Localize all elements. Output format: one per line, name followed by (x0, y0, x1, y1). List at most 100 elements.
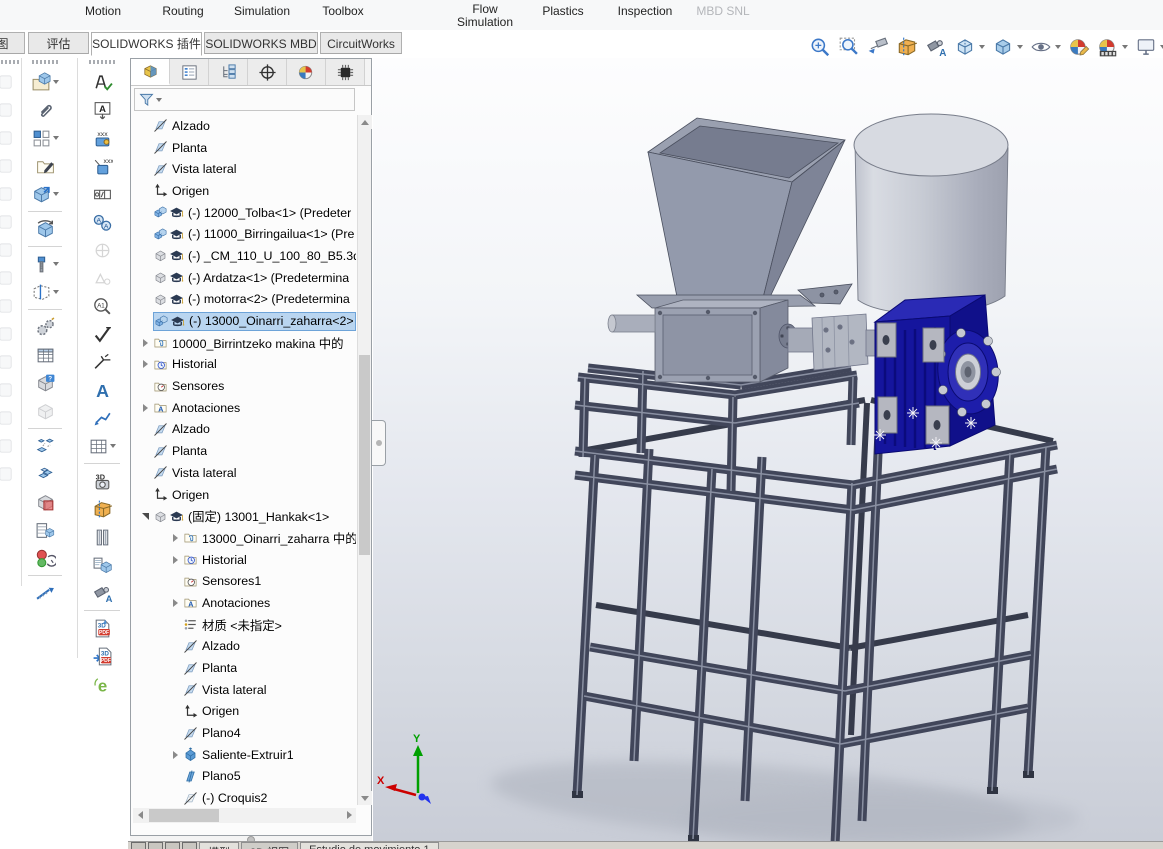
tree-item-10000-birrintzeko-makina-中的[interactable]: 10000_Birrintzeko makina 中的 (133, 332, 356, 354)
tree-item-固定-13001-hankak-1[interactable]: (固定) 13001_Hankak<1> (133, 505, 356, 527)
tool-edrawings[interactable]: e (92, 671, 113, 697)
scroll-up-arrow[interactable] (358, 115, 372, 129)
chevron-down-icon[interactable] (110, 444, 116, 448)
expander-collapsed-icon[interactable] (169, 596, 183, 610)
chevron-down-icon[interactable] (1122, 45, 1128, 49)
toolbar-grip[interactable] (32, 60, 58, 64)
ribbon-tab-图[interactable]: 图 (0, 32, 25, 54)
splitter-button[interactable] (182, 842, 197, 849)
tree-item-cm-110-u-100-80-b5-3d[interactable]: (-) _CM_110_U_100_80_B5.3d< (133, 245, 356, 267)
graphics-viewport[interactable]: Y X (373, 58, 1163, 849)
tree-item-plano4[interactable]: Plano4 (133, 722, 356, 744)
tree-item-vista-lateral[interactable]: Vista lateral (133, 462, 356, 484)
headsup-view-orientation[interactable] (953, 35, 986, 59)
tool-interference-detection[interactable] (35, 489, 56, 515)
tool-component-info[interactable]: ? (35, 370, 56, 396)
tool-motion-study[interactable] (35, 314, 56, 340)
tool-edit-component[interactable] (35, 153, 56, 179)
tree-vertical-scrollbar[interactable] (357, 115, 371, 805)
tool-general-table[interactable] (88, 433, 116, 459)
chevron-down-icon[interactable] (53, 80, 59, 84)
tool-weld-symbol[interactable] (92, 349, 113, 375)
menu-item-mbd-snl[interactable]: MBD SNL (696, 4, 749, 18)
tool-component-preview[interactable] (92, 552, 113, 578)
headsup-zoom-to-area[interactable] (837, 35, 861, 59)
chevron-down-icon[interactable] (53, 192, 59, 196)
ribbon-tab-solidworks-插件[interactable]: SOLIDWORKS 插件 (91, 32, 202, 56)
fm-tab-property-manager[interactable] (170, 59, 209, 85)
panel-collapse-handle[interactable] (372, 420, 386, 466)
tree-item-plano5[interactable]: Plano5 (133, 766, 356, 788)
scroll-right-arrow[interactable] (342, 808, 356, 822)
tool-smart-fasteners[interactable] (31, 251, 59, 277)
tree-horizontal-scrollbar[interactable] (133, 808, 356, 823)
expander-collapsed-icon[interactable] (139, 357, 153, 371)
tree-item-croquis2[interactable]: (-) Croquis2 (133, 787, 356, 805)
tool-measure[interactable] (35, 580, 56, 606)
expander-expanded-icon[interactable] (139, 509, 153, 523)
menu-item-inspection[interactable]: Inspection (618, 4, 673, 18)
headsup-zoom-to-fit[interactable] (808, 35, 832, 59)
headsup-display-style[interactable] (991, 35, 1024, 59)
tree-item-alzado[interactable]: Alzado (133, 419, 356, 441)
tool-export-3d-pdf[interactable]: 3DPDF (92, 643, 113, 669)
tool-capture-3d-view[interactable]: 3D (92, 468, 113, 494)
tool-note[interactable]: A (92, 97, 113, 123)
headsup-section-view[interactable] (895, 35, 919, 59)
chevron-down-icon[interactable] (156, 98, 162, 102)
tool-linear-pattern[interactable] (31, 125, 59, 151)
headsup-previous-view[interactable] (866, 35, 890, 59)
tool-multi-leader[interactable] (92, 405, 113, 431)
tree-item-11000-birringailua-1-pre[interactable]: (-) 11000_Birringailua<1> (Pre (133, 223, 356, 245)
fm-tab-dimxpert-manager[interactable] (248, 59, 287, 85)
tool-exploded-view[interactable] (35, 433, 56, 459)
tool-attachment[interactable] (35, 97, 56, 123)
headsup-edit-appearance[interactable] (1067, 35, 1091, 59)
splitter-button[interactable] (148, 842, 163, 849)
tool-magnifier-note[interactable]: A1 (92, 293, 113, 319)
tool-smart-dimension[interactable]: xxx (92, 125, 113, 151)
tree-item-vista-lateral[interactable]: Vista lateral (133, 679, 356, 701)
study-tab-estudio-de-movimiento-1[interactable]: Estudio de movimiento 1 (300, 842, 438, 849)
tool-move-component[interactable] (31, 181, 59, 207)
tool-check-symbol[interactable] (92, 321, 113, 347)
expander-collapsed-icon[interactable] (139, 336, 153, 350)
chevron-down-icon[interactable] (53, 136, 59, 140)
expander-collapsed-icon[interactable] (169, 748, 183, 762)
fm-tab-display-manager[interactable] (287, 59, 326, 85)
chevron-down-icon[interactable] (979, 45, 985, 49)
menu-item-flow-simulation[interactable]: Flow Simulation (452, 3, 518, 29)
ribbon-tab-solidworks-mbd[interactable]: SOLIDWORKS MBD (204, 32, 318, 54)
tree-item-anotaciones[interactable]: AAnotaciones (133, 397, 356, 419)
tree-filter-input[interactable] (134, 88, 355, 111)
tree-item-ardatza-1-predetermina[interactable]: (-) Ardatza<1> (Predetermina (133, 267, 356, 289)
tree-item-vista-lateral[interactable]: Vista lateral (133, 158, 356, 180)
tree-item-saliente-extruir1[interactable]: Saliente-Extruir1 (133, 744, 356, 766)
menu-item-routing[interactable]: Routing (162, 4, 203, 18)
tree-item-motorra-2-predetermina[interactable]: (-) motorra<2> (Predetermina (133, 289, 356, 311)
chevron-down-icon[interactable] (53, 290, 59, 294)
tree-item-planta[interactable]: Planta (133, 657, 356, 679)
tree-item-材质-未指定[interactable]: 材质 <未指定> (133, 614, 356, 636)
expander-collapsed-icon[interactable] (169, 553, 183, 567)
chevron-down-icon[interactable] (1055, 45, 1061, 49)
headsup-annotation-view[interactable]: A (924, 35, 948, 59)
tool-assembly-visualization[interactable] (35, 517, 56, 543)
tree-item-alzado[interactable]: Alzado (133, 636, 356, 658)
fm-tab-circuitworks-manager[interactable] (326, 59, 365, 85)
expander-collapsed-icon[interactable] (139, 401, 153, 415)
study-tab-3d-视图[interactable]: 3D 视图 (241, 842, 298, 849)
tree-item-historial[interactable]: Historial (133, 354, 356, 376)
splitter-button[interactable] (165, 842, 180, 849)
tool-insert-component[interactable] (31, 69, 59, 95)
tree-item-origen[interactable]: Origen (133, 701, 356, 723)
tool-annotation-view[interactable]: A (92, 580, 113, 606)
tool-spellcheck[interactable] (92, 69, 113, 95)
tree-item-origen[interactable]: Origen (133, 180, 356, 202)
tool-rotate-component[interactable] (35, 216, 56, 242)
tree-item-12000-tolba-1-predeter[interactable]: (-) 12000_Tolba<1> (Predeter (133, 202, 356, 224)
scroll-left-arrow[interactable] (133, 808, 147, 822)
splitter-button[interactable] (131, 842, 146, 849)
chevron-down-icon[interactable] (1017, 45, 1023, 49)
menu-item-simulation[interactable]: Simulation (234, 4, 290, 18)
